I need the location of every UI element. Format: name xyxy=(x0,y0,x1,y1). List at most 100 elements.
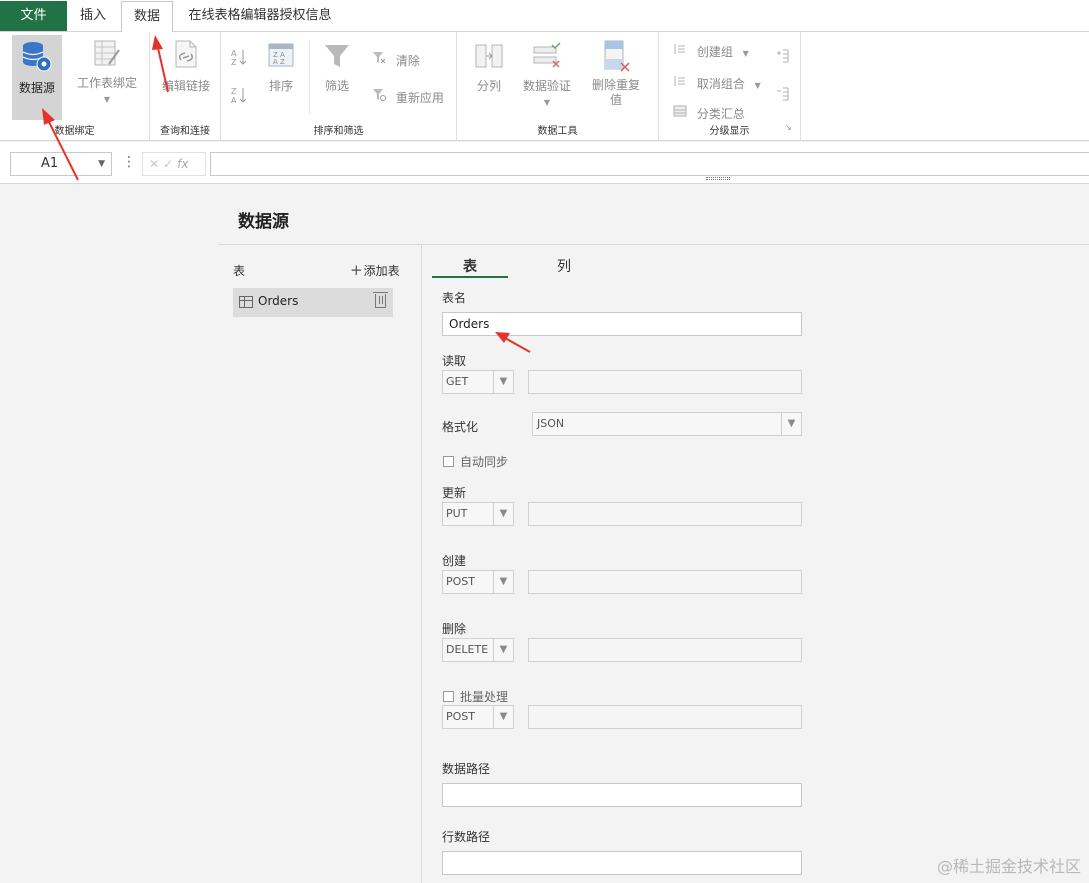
row-count-path-input[interactable] xyxy=(442,851,802,875)
batch-url-input[interactable] xyxy=(528,705,802,729)
remove-duplicates-button[interactable]: 删除重复 值 xyxy=(587,40,645,118)
data-validation-button[interactable]: 数据验证 ▼ xyxy=(519,42,575,120)
group-query-connect: 编辑链接 查询和连接 xyxy=(150,32,221,141)
plus-icon: + xyxy=(350,261,363,279)
confirm-icon[interactable]: ✓ xyxy=(163,157,177,171)
svg-text:A: A xyxy=(231,49,237,58)
read-method-select[interactable]: GET ▼ xyxy=(442,370,514,394)
group-title-outline: 分级显示 xyxy=(709,126,750,137)
sort-ascending-icon[interactable]: AZ xyxy=(231,48,247,69)
filter-button[interactable]: 筛选 xyxy=(319,42,355,114)
group-button[interactable]: 创建组 ▼ xyxy=(673,42,749,60)
data-validation-icon xyxy=(532,42,562,73)
tab-table[interactable]: 表 xyxy=(432,256,508,278)
group-title-query: 查询和连接 xyxy=(160,126,210,137)
clear-filter-button[interactable]: 清除 xyxy=(372,51,420,69)
chevron-down-icon: ▼ xyxy=(493,639,513,661)
database-gear-icon xyxy=(20,40,54,77)
formula-bar: A1 ▼ ⋮ ✕✓fx xyxy=(0,142,1089,184)
batch-checkbox[interactable]: 批量处理 xyxy=(443,688,508,705)
tab-file[interactable]: 文件 xyxy=(0,1,67,31)
create-label: 创建 xyxy=(442,554,467,568)
name-box[interactable]: A1 ▼ xyxy=(10,152,112,176)
more-options-icon[interactable]: ⋮ xyxy=(122,154,136,170)
panel-title: 数据源 xyxy=(238,212,289,232)
edit-link-icon xyxy=(170,38,202,73)
group-outline: 创建组 ▼ 取消组合 ▼ 分类汇总 ↘ 分级显示 xyxy=(659,32,801,141)
panel-splitter-handle[interactable] xyxy=(706,177,730,180)
fx-icon[interactable]: fx xyxy=(177,157,188,171)
clear-filter-icon xyxy=(372,51,386,68)
add-table-button[interactable]: +添加表 xyxy=(350,261,400,279)
sort-descending-icon[interactable]: ZA xyxy=(231,86,247,107)
reapply-button[interactable]: 重新应用 xyxy=(372,88,444,106)
chevron-down-icon: ▼ xyxy=(493,371,513,393)
group-label: 创建组 xyxy=(696,45,733,59)
split-column-button[interactable]: 分列 xyxy=(467,42,511,114)
group-icon xyxy=(673,42,687,59)
tab-license-info[interactable]: 在线表格编辑器授权信息 xyxy=(180,0,340,32)
group-title-data-tools: 数据工具 xyxy=(537,126,578,137)
create-method-value: POST xyxy=(446,575,475,588)
reapply-filter-icon xyxy=(372,88,386,105)
ribbon-divider xyxy=(309,40,310,114)
table-name-label: 表名 xyxy=(442,291,467,305)
update-method-select[interactable]: PUT ▼ xyxy=(442,502,514,526)
table-list-item[interactable]: Orders xyxy=(233,288,393,317)
chevron-down-icon: ▼ xyxy=(742,49,749,58)
subtotal-icon xyxy=(673,104,687,121)
tab-columns[interactable]: 列 xyxy=(530,256,598,276)
delete-label: 删除 xyxy=(442,622,467,636)
format-select[interactable]: JSON ▼ xyxy=(532,412,802,436)
panel-column-divider xyxy=(421,245,422,883)
chevron-down-icon: ▼ xyxy=(493,503,513,525)
ungroup-button[interactable]: 取消组合 ▼ xyxy=(673,74,761,92)
sort-label: 排序 xyxy=(268,79,293,93)
formula-input[interactable] xyxy=(210,152,1089,176)
ungroup-icon xyxy=(673,74,687,91)
chevron-down-icon: ▼ xyxy=(98,159,105,169)
create-url-input[interactable] xyxy=(528,570,802,594)
group-title-sort-filter: 排序和筛选 xyxy=(313,126,364,137)
svg-text:A: A xyxy=(231,96,237,104)
sort-icon: Z AA Z xyxy=(267,42,295,73)
delete-url-input[interactable] xyxy=(528,638,802,662)
chevron-down-icon: ▼ xyxy=(754,81,761,90)
edit-link-button[interactable]: 编辑链接 xyxy=(158,38,214,116)
sheet-binding-icon xyxy=(91,38,123,73)
trash-icon[interactable] xyxy=(373,292,388,308)
subtotal-label: 分类汇总 xyxy=(696,107,745,121)
tab-insert[interactable]: 插入 xyxy=(67,0,119,32)
remove-duplicates-icon xyxy=(601,40,631,76)
ribbon-tab-bar: 文件 插入 数据 在线表格编辑器授权信息 xyxy=(0,0,1089,34)
update-method-value: PUT xyxy=(446,507,468,520)
tab-data[interactable]: 数据 xyxy=(121,1,173,34)
format-label: 格式化 xyxy=(442,420,479,434)
data-validation-label: 数据验证 xyxy=(522,79,571,93)
read-url-input[interactable] xyxy=(528,370,802,394)
subtotal-button[interactable]: 分类汇总 xyxy=(673,104,745,122)
group-title-binding: 数据绑定 xyxy=(54,126,95,137)
sort-button[interactable]: Z AA Z 排序 xyxy=(263,42,299,114)
create-method-select[interactable]: POST ▼ xyxy=(442,570,514,594)
group-data-tools: 分列 数据验证 ▼ 删除重复 值 数据工具 xyxy=(457,32,659,141)
update-url-input[interactable] xyxy=(528,502,802,526)
table-name-input[interactable]: Orders xyxy=(442,312,802,336)
filter-label: 筛选 xyxy=(324,79,349,93)
group-sort-filter: AZ ZA Z AA Z 排序 筛选 清除 重新应用 排序和筛选 xyxy=(221,32,457,141)
add-table-label: 添加表 xyxy=(363,264,400,278)
batch-method-select[interactable]: POST ▼ xyxy=(442,705,514,729)
batch-label: 批量处理 xyxy=(460,690,509,704)
cancel-icon[interactable]: ✕ xyxy=(149,157,163,171)
chevron-down-icon: ▼ xyxy=(493,571,513,593)
delete-method-select[interactable]: DELETE ▼ xyxy=(442,638,514,662)
table-list-label: 表 xyxy=(233,264,246,278)
data-path-label: 数据路径 xyxy=(442,762,491,776)
show-detail-icon[interactable] xyxy=(775,48,789,67)
sheet-binding-button[interactable]: 工作表绑定 ▼ xyxy=(72,38,142,116)
data-source-button[interactable]: 数据源 xyxy=(12,35,62,120)
auto-sync-checkbox[interactable]: 自动同步 xyxy=(443,453,508,470)
data-path-input[interactable] xyxy=(442,783,802,807)
hide-detail-icon[interactable] xyxy=(775,86,789,105)
checkbox-icon xyxy=(443,691,454,702)
